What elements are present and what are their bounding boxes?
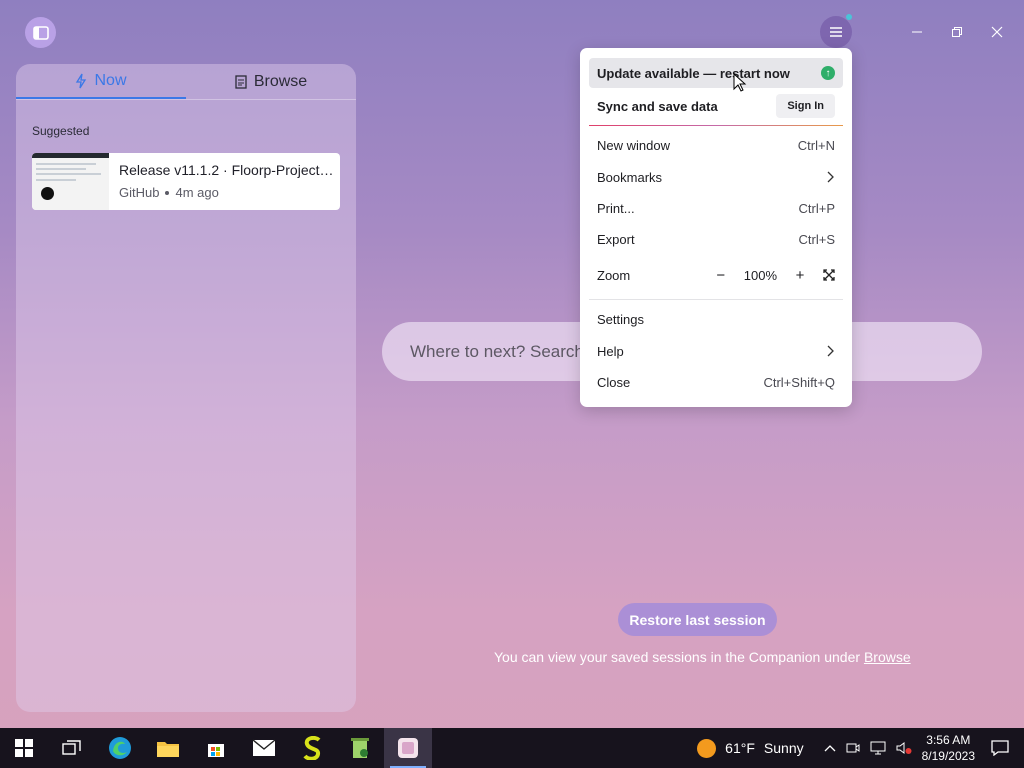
sync-menu-item: Sync and save data Sign In <box>589 91 843 121</box>
notification-dot <box>846 14 852 20</box>
zoom-in-button[interactable]: + <box>791 266 809 284</box>
tab-now-label: Now <box>94 71 127 89</box>
arc-browser-icon[interactable] <box>384 728 432 768</box>
network-icon[interactable] <box>870 741 886 755</box>
tab-browse[interactable]: Browse <box>186 64 356 99</box>
separator-dot <box>165 190 170 195</box>
suggested-card[interactable]: Release v11.1.2 · Floorp-Projects/... Gi… <box>32 153 340 210</box>
card-thumbnail <box>32 153 109 210</box>
fullscreen-icon[interactable] <box>823 269 835 281</box>
chevron-up-icon[interactable] <box>824 743 836 753</box>
app-menu: Update available — restart now ↑ Sync an… <box>580 48 852 407</box>
clock[interactable]: 3:56 AM 8/19/2023 <box>922 732 975 764</box>
s-app-icon[interactable] <box>288 728 336 768</box>
update-menu-item[interactable]: Update available — restart now ↑ <box>589 58 843 88</box>
store-icon[interactable] <box>192 728 240 768</box>
menu-item-bookmarks[interactable]: Bookmarks <box>589 162 843 192</box>
system-tray: 61°F Sunny 3:56 AM 8/19/2023 <box>697 728 1024 768</box>
mouse-cursor-icon <box>733 73 747 92</box>
update-arrow-icon: ↑ <box>821 66 835 80</box>
restore-session-button[interactable]: Restore last session <box>618 603 777 636</box>
zoom-value: 100% <box>743 267 777 283</box>
menu-item-settings[interactable]: Settings <box>589 304 843 334</box>
menu-item-close[interactable]: Close Ctrl+Shift+Q <box>589 367 843 397</box>
suggested-heading: Suggested <box>32 124 90 138</box>
weather-widget[interactable]: 61°F Sunny <box>697 738 804 758</box>
sync-label: Sync and save data <box>597 98 718 114</box>
minimize-button[interactable] <box>908 18 926 46</box>
weather-temp: 61°F <box>725 740 755 756</box>
date: 8/19/2023 <box>921 749 975 763</box>
tab-browse-label: Browse <box>253 72 308 90</box>
card-source: GitHub <box>119 185 160 200</box>
divider <box>589 125 843 126</box>
restore-window-button[interactable] <box>948 18 966 46</box>
sun-icon <box>697 738 717 758</box>
close-window-button[interactable] <box>988 18 1006 46</box>
menu-shortcut: Ctrl+S <box>798 231 835 247</box>
restore-icon <box>952 27 962 37</box>
recycle-app-icon[interactable] <box>336 728 384 768</box>
menu-shortcut: Ctrl+P <box>798 200 835 216</box>
update-label: Update available — restart now <box>597 65 790 81</box>
restore-hint: You can view your saved sessions in the … <box>494 649 911 665</box>
zoom-out-button[interactable]: − <box>712 266 730 284</box>
windows-start-icon[interactable] <box>0 728 48 768</box>
menu-item-print[interactable]: Print... Ctrl+P <box>589 193 843 223</box>
menu-shortcut: Ctrl+N <box>797 137 835 153</box>
menu-shortcut: Ctrl+Shift+Q <box>763 374 835 390</box>
card-title: Release v11.1.2 · Floorp-Projects/... <box>119 162 334 178</box>
menu-item-label: Help <box>597 343 624 359</box>
tab-now[interactable]: Now <box>16 64 186 99</box>
app-menu-button[interactable] <box>820 14 852 48</box>
restore-hint-text: You can view your saved sessions in the … <box>494 649 861 665</box>
chevron-right-icon <box>827 171 834 183</box>
sidebar-icon <box>32 25 49 40</box>
document-icon <box>235 74 247 89</box>
menu-item-label: New window <box>597 137 670 153</box>
meet-icon[interactable] <box>846 741 860 755</box>
divider <box>589 299 843 300</box>
hamburger-icon <box>830 27 842 37</box>
taskbar: 61°F Sunny 3:56 AM 8/19/2023 <box>0 728 1024 768</box>
menu-item-zoom: Zoom − 100% + <box>589 260 843 290</box>
chevron-right-icon <box>827 345 834 357</box>
menu-item-label: Print... <box>597 200 635 216</box>
card-time: 4m ago <box>175 185 219 200</box>
menu-item-label: Bookmarks <box>597 169 663 185</box>
zoom-label: Zoom <box>597 267 631 283</box>
menu-item-new-window[interactable]: New window Ctrl+N <box>589 130 843 160</box>
menu-item-help[interactable]: Help <box>589 336 843 366</box>
minimize-icon <box>912 31 922 33</box>
mail-icon[interactable] <box>240 728 288 768</box>
weather-condition: Sunny <box>763 740 804 756</box>
menu-item-label: Settings <box>597 311 644 327</box>
sidebar-toggle-button[interactable] <box>25 17 56 48</box>
edge-icon[interactable] <box>96 728 144 768</box>
sign-in-button[interactable]: Sign In <box>776 94 835 118</box>
time: 3:56 AM <box>926 733 971 747</box>
menu-item-export[interactable]: Export Ctrl+S <box>589 224 843 254</box>
notifications-icon[interactable] <box>991 740 1009 756</box>
lightning-icon <box>76 73 87 88</box>
volume-muted-icon[interactable] <box>896 741 912 755</box>
menu-item-label: Close <box>597 374 631 390</box>
companion-panel: Now Browse Suggested Release v11.1.2 · F… <box>16 64 356 712</box>
close-icon <box>991 26 1003 38</box>
menu-item-label: Export <box>597 231 635 247</box>
file-explorer-icon[interactable] <box>144 728 192 768</box>
github-icon <box>41 187 54 200</box>
task-view-icon[interactable] <box>48 728 96 768</box>
browse-link[interactable]: Browse <box>864 649 911 665</box>
